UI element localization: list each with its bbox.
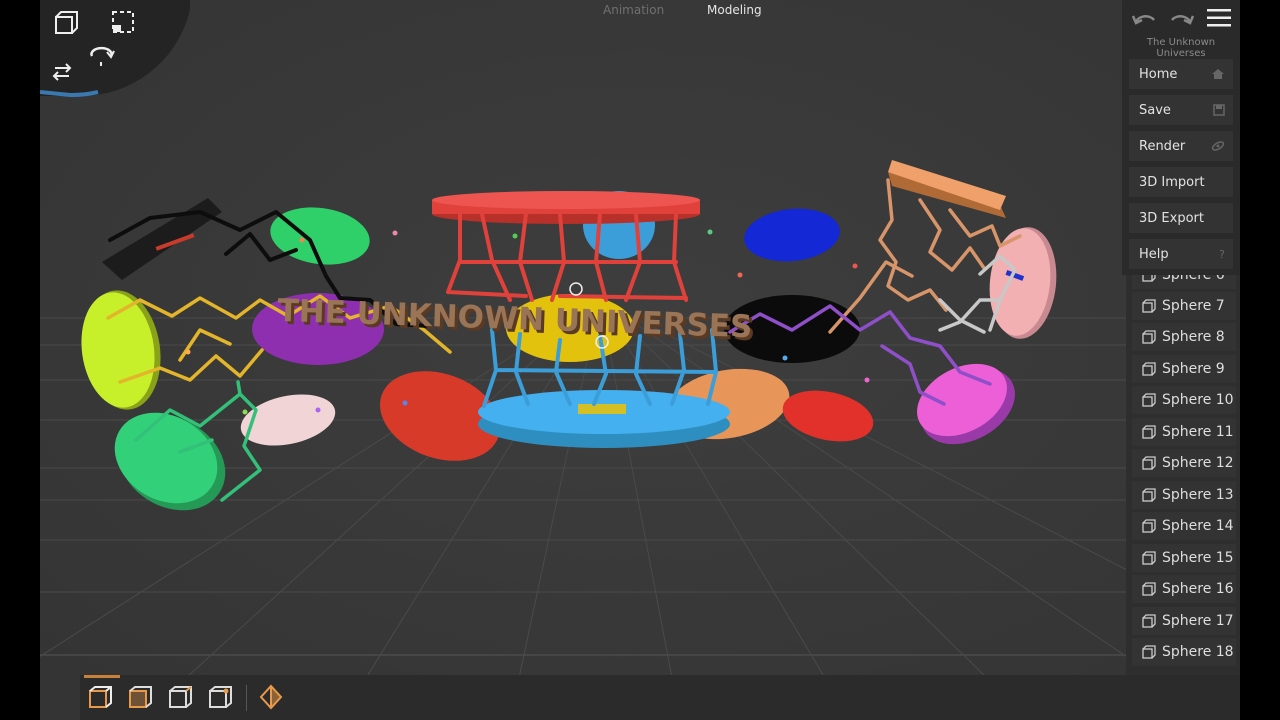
list-item[interactable]: Sphere 14	[1132, 512, 1236, 540]
list-item[interactable]: Sphere 10	[1132, 386, 1236, 414]
object-icon	[1142, 299, 1156, 313]
list-item[interactable]: Sphere 11	[1132, 418, 1236, 446]
tool-wheel	[40, 0, 190, 100]
cube-view-icon[interactable]	[48, 6, 82, 40]
list-item-label: Sphere 14	[1162, 518, 1234, 534]
project-title: The Unknown Universes	[1146, 37, 1216, 59]
object-icon	[1142, 456, 1156, 470]
left-letterbox	[0, 0, 40, 720]
3d-import-button[interactable]: 3D Import	[1129, 167, 1233, 197]
app-window: THE UNKNOWN UNIVERSES THE UNKNOWN UNIVER…	[0, 0, 1280, 720]
face-mode-icon[interactable]	[125, 682, 155, 712]
right-letterbox	[1240, 0, 1280, 720]
list-item-label: Sphere 11	[1162, 424, 1234, 440]
list-item-label: Sphere 12	[1162, 455, 1234, 471]
object-icon	[1142, 551, 1156, 565]
toolbar-divider	[246, 685, 247, 711]
list-item-label: Sphere 16	[1162, 581, 1234, 597]
object-icon	[1142, 519, 1156, 533]
list-item[interactable]: Sphere 18	[1132, 638, 1236, 666]
list-item[interactable]: Sphere 16	[1132, 575, 1236, 603]
list-item-label: Sphere 15	[1162, 550, 1234, 566]
list-item[interactable]: Sphere 7	[1132, 292, 1236, 320]
list-item-label: Sphere 6	[1162, 275, 1225, 283]
object-icon	[1142, 425, 1156, 439]
list-item-label: Sphere 13	[1162, 487, 1234, 503]
3d-export-label: 3D Export	[1139, 210, 1204, 226]
keyframe-icon[interactable]	[256, 682, 286, 712]
help-icon: ?	[1219, 247, 1225, 261]
render-icon	[1211, 141, 1225, 151]
tab-animation[interactable]: Animation	[603, 3, 664, 17]
main-menu-panel: The Unknown Universes Home Save Render 3…	[1122, 0, 1240, 275]
tab-modeling[interactable]: Modeling	[707, 3, 762, 17]
object-icon	[1142, 275, 1156, 282]
3d-export-button[interactable]: 3D Export	[1129, 203, 1233, 233]
list-item[interactable]: Sphere 13	[1132, 481, 1236, 509]
list-item-label: Sphere 10	[1162, 392, 1234, 408]
home-button[interactable]: Home	[1129, 59, 1233, 89]
edge-mode-icon[interactable]	[165, 682, 195, 712]
object-icon	[1142, 614, 1156, 628]
list-item[interactable]: Sphere 9	[1132, 355, 1236, 383]
hamburger-menu-icon[interactable]	[1206, 7, 1232, 33]
list-item[interactable]: Sphere 12	[1132, 449, 1236, 477]
list-item[interactable]: Sphere 15	[1132, 544, 1236, 572]
home-button-label: Home	[1139, 66, 1178, 82]
3d-viewport[interactable]: THE UNKNOWN UNIVERSES THE UNKNOWN UNIVER…	[40, 0, 1240, 720]
list-item-label: Sphere 9	[1162, 361, 1225, 377]
list-item-label: Sphere 17	[1162, 613, 1234, 629]
scene-canvas[interactable]: THE UNKNOWN UNIVERSES THE UNKNOWN UNIVER…	[40, 0, 1240, 720]
rotate-icon[interactable]	[85, 40, 119, 74]
redo-icon[interactable]	[1168, 8, 1196, 32]
save-icon	[1213, 104, 1225, 116]
object-icon	[1142, 330, 1156, 344]
help-button[interactable]: Help ?	[1129, 239, 1233, 269]
object-list-panel: Sphere 6 Sphere 7 Sphere 8 Sphere 9 Sphe…	[1126, 275, 1240, 675]
help-button-label: Help	[1139, 246, 1169, 262]
object-icon	[1142, 393, 1156, 407]
render-button[interactable]: Render	[1129, 131, 1233, 161]
active-tool-indicator	[84, 675, 120, 678]
vertex-mode-icon[interactable]	[205, 682, 235, 712]
save-button-label: Save	[1139, 102, 1171, 118]
list-item[interactable]: Sphere 8	[1132, 323, 1236, 351]
list-item-label: Sphere 18	[1162, 644, 1234, 660]
list-item-label: Sphere 7	[1162, 298, 1225, 314]
object-mode-icon[interactable]	[85, 682, 115, 712]
object-icon	[1142, 645, 1156, 659]
save-button[interactable]: Save	[1129, 95, 1233, 125]
list-item[interactable]: Sphere 6	[1132, 275, 1236, 289]
3d-import-label: 3D Import	[1139, 174, 1205, 190]
object-icon	[1142, 488, 1156, 502]
list-item-label: Sphere 8	[1162, 329, 1225, 345]
object-icon	[1142, 582, 1156, 596]
bottom-toolbar	[80, 675, 1240, 720]
swap-arrows-icon[interactable]	[45, 55, 79, 89]
render-button-label: Render	[1139, 138, 1186, 154]
undo-icon[interactable]	[1130, 8, 1158, 32]
list-item[interactable]: Sphere 17	[1132, 607, 1236, 635]
home-icon	[1212, 69, 1224, 79]
object-icon	[1142, 362, 1156, 376]
frame-select-icon[interactable]	[106, 5, 140, 39]
